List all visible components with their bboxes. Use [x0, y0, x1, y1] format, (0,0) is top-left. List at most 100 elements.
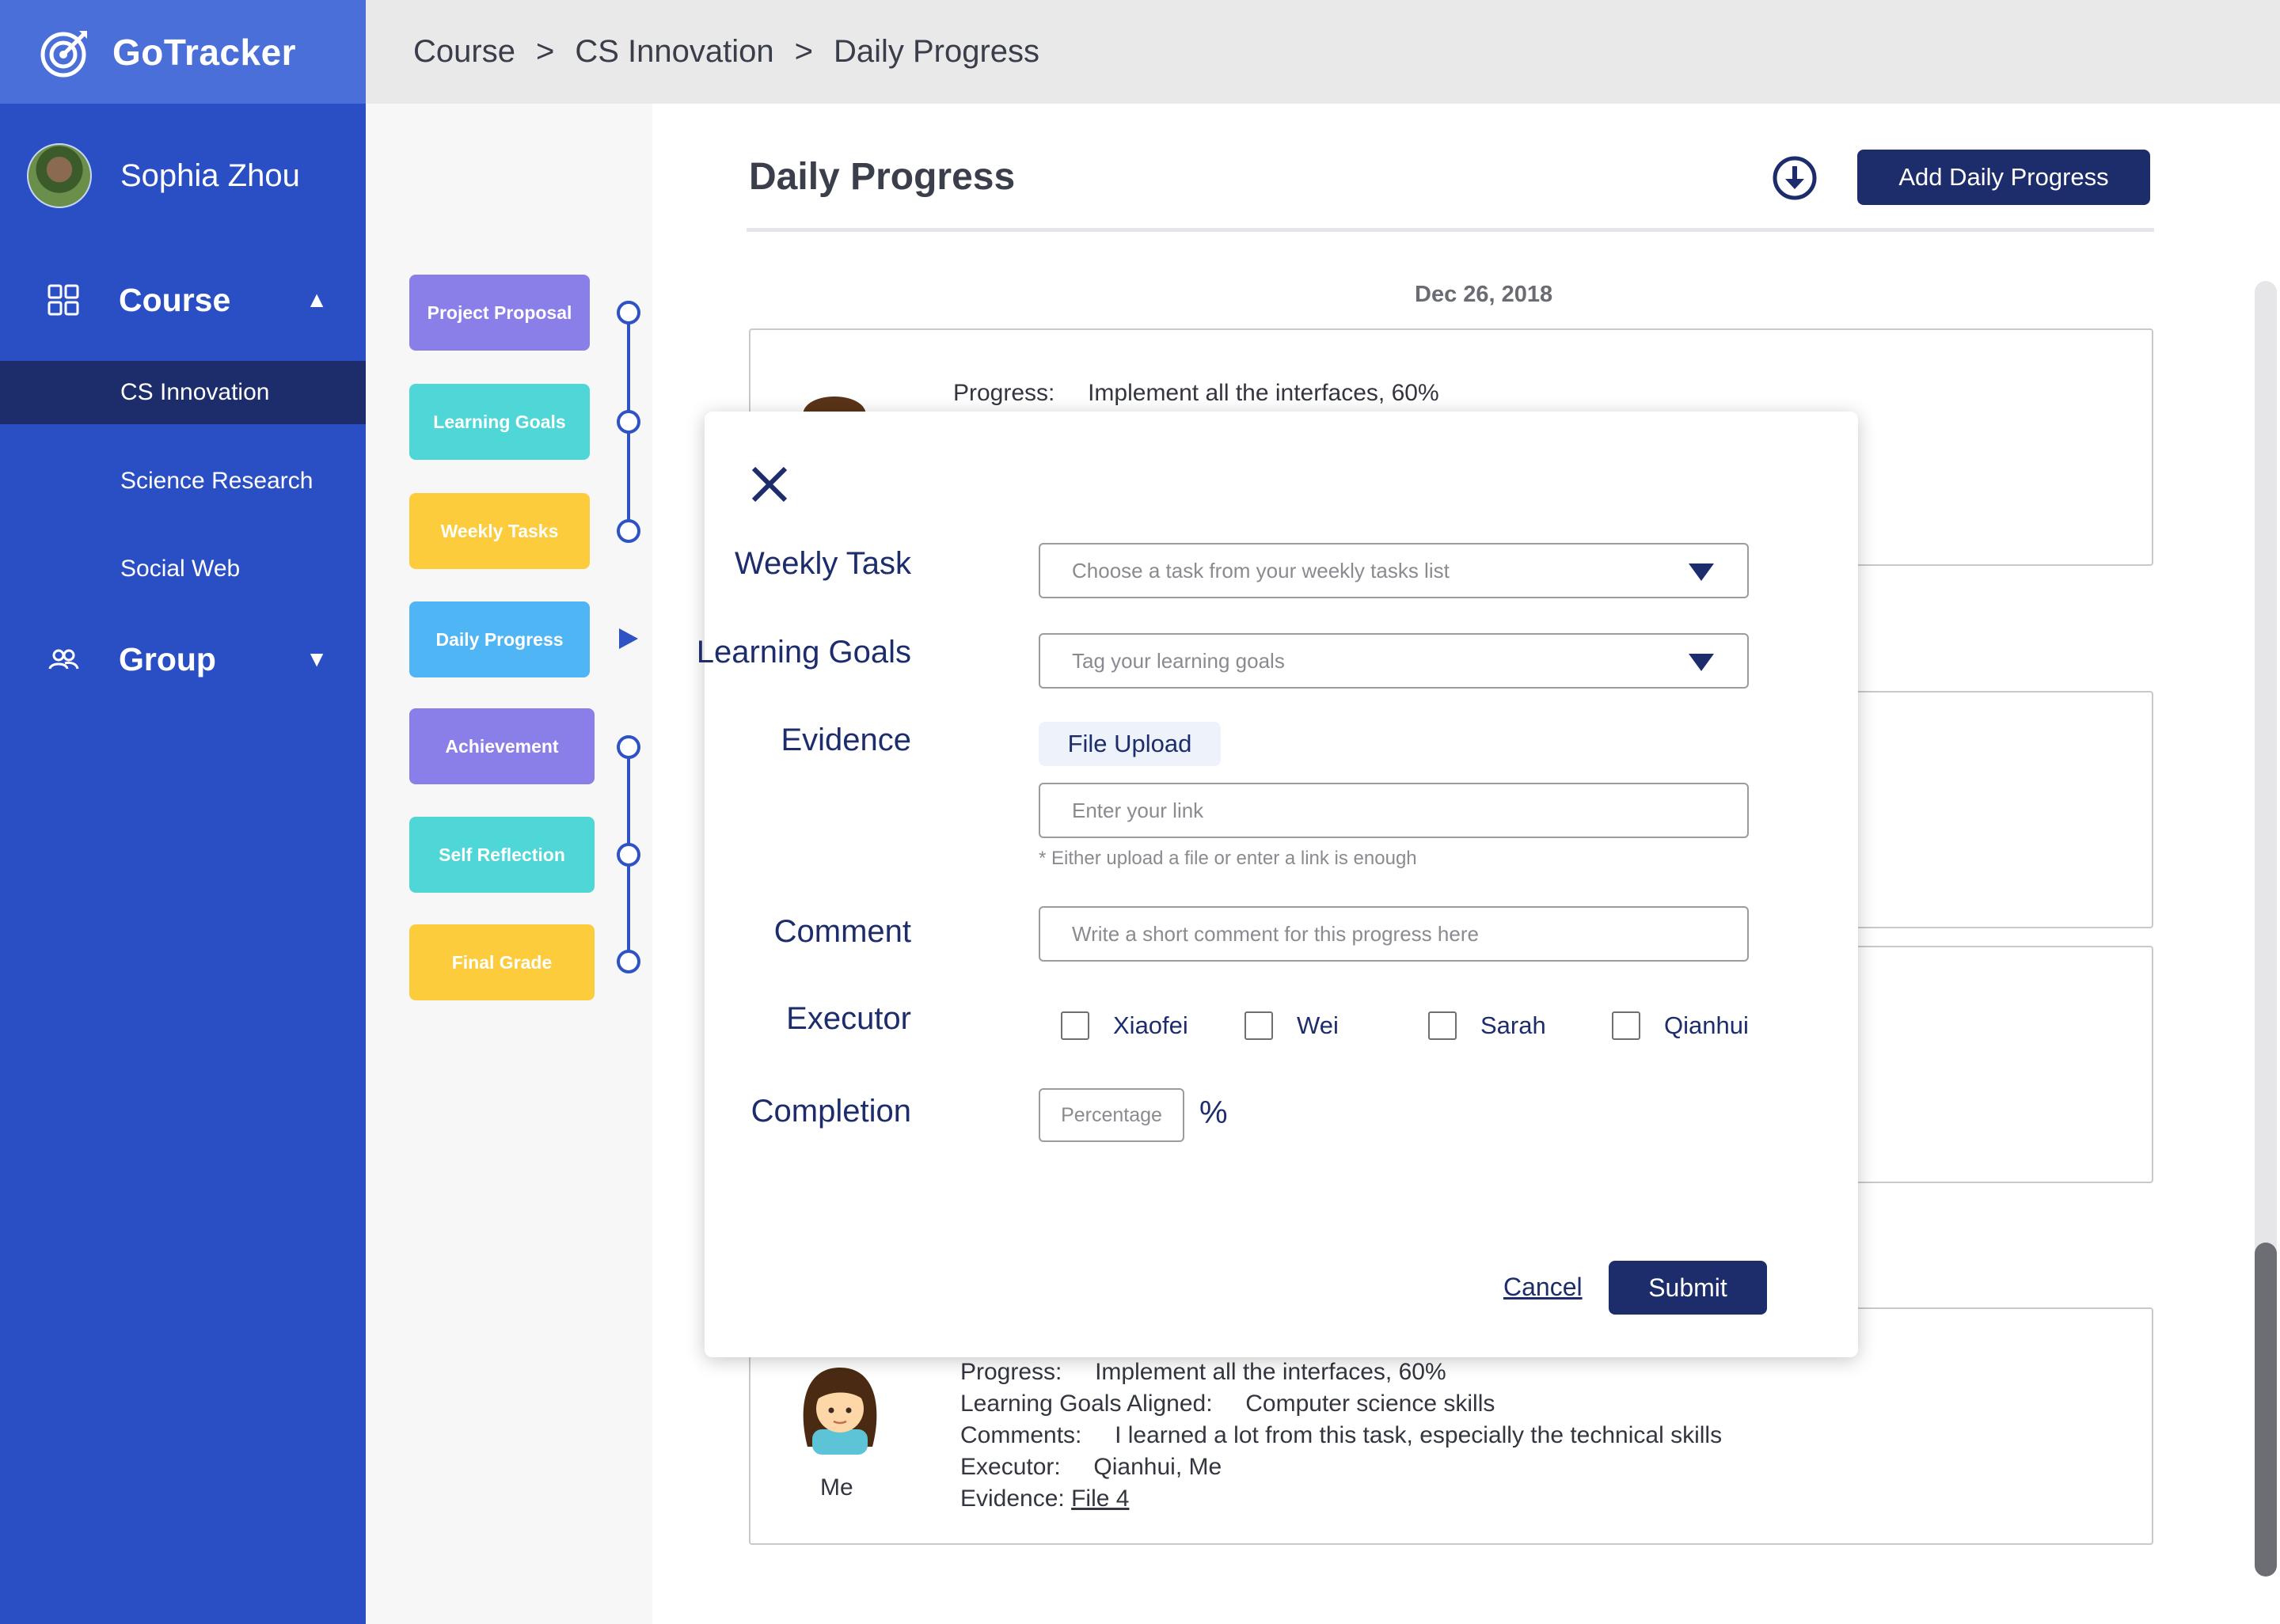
executor-checkbox-sarah[interactable]: Sarah: [1428, 1011, 1546, 1040]
submit-button[interactable]: Submit: [1609, 1261, 1767, 1315]
weekly-task-select[interactable]: Choose a task from your weekly tasks lis…: [1039, 543, 1749, 598]
executor-checkbox-qianhui[interactable]: Qianhui: [1612, 1011, 1749, 1040]
goals-line: Learning Goals Aligned: Computer science…: [960, 1388, 1722, 1420]
cancel-button[interactable]: Cancel: [1503, 1273, 1583, 1302]
checkbox-label: Wei: [1297, 1011, 1339, 1039]
goals-label: Learning Goals Aligned:: [960, 1391, 1213, 1417]
stage-node: [617, 735, 640, 759]
stage-final-grade[interactable]: Final Grade: [409, 924, 595, 1000]
brand-bar: GoTracker: [0, 0, 366, 104]
person-name: Me: [820, 1474, 853, 1501]
sidebar: GoTracker Sophia Zhou Course ▲ CS Innova…: [0, 0, 366, 1624]
stage-project-proposal[interactable]: Project Proposal: [409, 275, 590, 351]
executor-checkbox-xiaofei[interactable]: Xiaofei: [1061, 1011, 1188, 1040]
goals-value: Computer science skills: [1245, 1391, 1495, 1417]
progress-line: Progress: Implement all the interfaces, …: [953, 378, 1439, 409]
sidebar-item-science-research[interactable]: Science Research: [0, 450, 366, 513]
comment-input[interactable]: Write a short comment for this progress …: [1039, 906, 1749, 962]
person-avatar-icon: [803, 397, 866, 415]
learning-goals-label: Learning Goals: [696, 635, 911, 670]
progress-value: Implement all the interfaces, 60%: [1095, 1359, 1446, 1385]
download-icon[interactable]: [1772, 155, 1818, 201]
progress-line: Progress: Implement all the interfaces, …: [960, 1356, 1722, 1388]
avatar[interactable]: [27, 143, 92, 208]
sidebar-section-course[interactable]: Course ▲: [0, 264, 366, 336]
sidebar-section-group[interactable]: Group ▼: [0, 624, 366, 695]
scrollbar-thumb[interactable]: [2255, 1243, 2277, 1577]
checkbox[interactable]: [1244, 1011, 1273, 1040]
stage-learning-goals[interactable]: Learning Goals: [409, 384, 590, 460]
progress-label: Progress:: [953, 380, 1055, 406]
link-input[interactable]: Enter your link: [1039, 783, 1749, 838]
stage-node: [617, 843, 640, 867]
stage-self-reflection[interactable]: Self Reflection: [409, 817, 595, 893]
current-stage-arrow-icon: [619, 628, 638, 649]
percent-sign: %: [1199, 1095, 1228, 1130]
executor-label: Executor: [786, 1001, 911, 1036]
checkbox-label: Xiaofei: [1113, 1011, 1188, 1039]
title-divider: [747, 228, 2154, 232]
comments-label: Comments:: [960, 1422, 1082, 1448]
chevron-down-icon: [1689, 563, 1714, 581]
comments-value: I learned a lot from this task, especial…: [1115, 1422, 1723, 1448]
entry-details: Progress: Implement all the interfaces, …: [960, 1356, 1722, 1515]
breadcrumb-cs-innovation[interactable]: CS Innovation: [575, 34, 773, 70]
breadcrumb-separator: >: [794, 34, 813, 69]
person-avatar-icon: [803, 1368, 877, 1455]
link-placeholder: Enter your link: [1072, 798, 1204, 822]
group-icon: [48, 649, 79, 670]
breadcrumb-course[interactable]: Course: [413, 34, 515, 70]
file-upload-button[interactable]: File Upload: [1039, 722, 1221, 766]
comments-line: Comments: I learned a lot from this task…: [960, 1420, 1722, 1451]
stage-node: [617, 410, 640, 434]
page-title: Daily Progress: [749, 156, 1016, 198]
add-daily-progress-button[interactable]: Add Daily Progress: [1857, 150, 2150, 205]
breadcrumb: Course > CS Innovation > Daily Progress: [366, 0, 2280, 104]
evidence-line: Evidence: File 4: [960, 1483, 1722, 1515]
entry-date: Dec 26, 2018: [1415, 282, 1553, 307]
close-icon[interactable]: [749, 464, 790, 505]
brand-name: GoTracker: [112, 31, 297, 73]
sidebar-section-label: Group: [119, 640, 216, 677]
stage-node: [617, 301, 640, 324]
executor-checkbox-wei[interactable]: Wei: [1244, 1011, 1339, 1040]
sidebar-item-cs-innovation[interactable]: CS Innovation: [0, 361, 366, 424]
weekly-task-label: Weekly Task: [734, 546, 911, 581]
completion-label: Completion: [750, 1094, 911, 1129]
add-progress-dialog: Weekly Task Choose a task from your week…: [697, 412, 1858, 1357]
executor-line: Executor: Qianhui, Me: [960, 1451, 1722, 1483]
weekly-task-placeholder: Choose a task from your weekly tasks lis…: [1072, 558, 1450, 582]
executor-label: Executor:: [960, 1454, 1061, 1480]
checkbox[interactable]: [1612, 1011, 1640, 1040]
executor-value: Qianhui, Me: [1093, 1454, 1222, 1480]
checkbox-label: Qianhui: [1664, 1011, 1749, 1039]
stage-daily-progress[interactable]: Daily Progress: [409, 601, 590, 677]
checkbox[interactable]: [1061, 1011, 1089, 1040]
breadcrumb-daily-progress: Daily Progress: [833, 34, 1040, 69]
evidence-label: Evidence: [781, 723, 911, 757]
sidebar-item-label: Science Research: [120, 468, 314, 494]
evidence-file-link[interactable]: File 4: [1071, 1486, 1129, 1512]
chevron-down-icon: [1689, 654, 1714, 671]
learning-goals-select[interactable]: Tag your learning goals: [1039, 633, 1749, 689]
sidebar-item-social-web[interactable]: Social Web: [0, 537, 366, 601]
breadcrumb-separator: >: [535, 34, 555, 69]
target-icon: [40, 30, 87, 77]
user-name: Sophia Zhou: [120, 157, 300, 193]
sidebar-item-label: CS Innovation: [120, 379, 270, 405]
evidence-label: Evidence:: [960, 1486, 1065, 1512]
evidence-hint: * Either upload a file or enter a link i…: [1039, 848, 1417, 869]
sidebar-section-label: Course: [119, 281, 231, 318]
completion-placeholder: Percentage: [1061, 1103, 1162, 1126]
stage-node: [617, 950, 640, 973]
stage-node: [617, 519, 640, 543]
comment-placeholder: Write a short comment for this progress …: [1072, 921, 1479, 946]
checkbox-label: Sarah: [1480, 1011, 1546, 1039]
completion-input[interactable]: Percentage: [1039, 1088, 1184, 1142]
stage-achievement[interactable]: Achievement: [409, 708, 595, 784]
chevron-up-icon: ▲: [306, 287, 328, 312]
checkbox[interactable]: [1428, 1011, 1457, 1040]
comment-label: Comment: [773, 914, 911, 949]
user-profile[interactable]: Sophia Zhou: [27, 143, 300, 208]
stage-weekly-tasks[interactable]: Weekly Tasks: [409, 493, 590, 569]
